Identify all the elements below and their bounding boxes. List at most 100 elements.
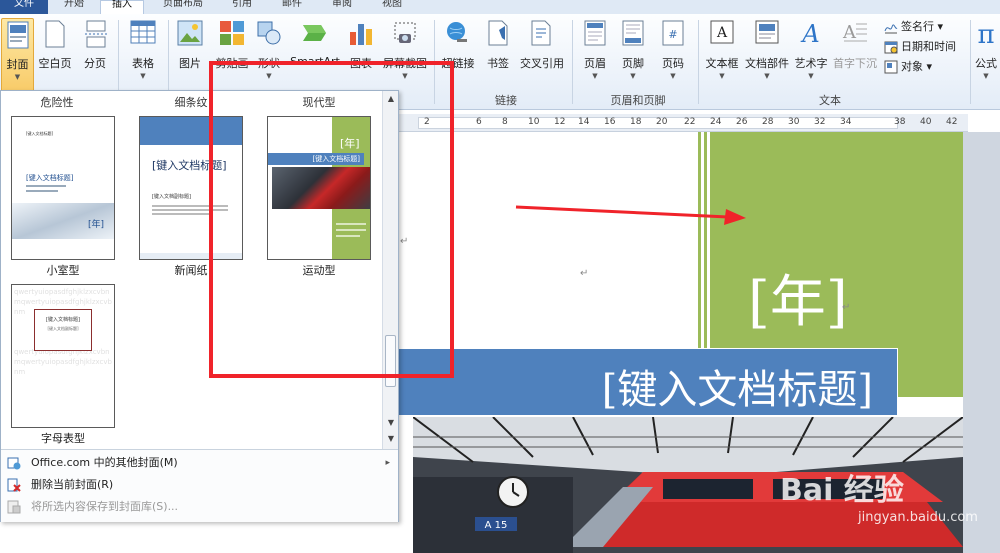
- bookmark-button[interactable]: 书签: [482, 18, 514, 82]
- shapes-icon: [257, 21, 281, 45]
- scroll-more-icon[interactable]: ▼: [385, 433, 397, 445]
- page-number-icon: #: [662, 20, 684, 46]
- save-selection-icon: [7, 500, 21, 514]
- tab-home[interactable]: 开始: [52, 0, 96, 14]
- object-icon: [884, 60, 898, 74]
- header-button[interactable]: 页眉 ▼: [578, 18, 612, 82]
- tab-mailings[interactable]: 邮件: [270, 0, 314, 14]
- equation-button[interactable]: π 公式 ▼: [972, 18, 1000, 82]
- ruler-tick-label: 8: [502, 117, 508, 127]
- text-box-button[interactable]: A 文本框 ▼: [702, 18, 742, 82]
- thumb-caption: 小室型: [46, 264, 80, 277]
- document-parts-button[interactable]: 文档部件 ▼: [744, 18, 790, 82]
- drop-cap-button[interactable]: A 首字下沉: [832, 18, 878, 82]
- group-label-text: 文本: [819, 94, 841, 107]
- thumb-background-letters: qwertyuiopasdfghjklzxcvbnmqwertyuiopasdf…: [14, 348, 112, 376]
- cross-reference-button[interactable]: 交叉引用: [516, 18, 568, 82]
- annotation-red-box: [209, 61, 454, 378]
- clip-art-icon: [220, 21, 244, 45]
- group-label-links: 链接: [495, 94, 517, 107]
- ruler-tick-label: 22: [684, 117, 696, 127]
- page-number-button[interactable]: # 页码 ▼: [656, 18, 690, 82]
- ribbon-separator: [572, 20, 573, 104]
- text-box-icon: A: [710, 20, 734, 44]
- gallery-header: 危险性: [40, 96, 74, 109]
- wordart-icon: A: [800, 20, 819, 46]
- picture-icon: [177, 20, 203, 46]
- ruler-tick-label: 30: [788, 117, 800, 127]
- thumb-subtitle: [键入文档副标题]: [47, 326, 79, 331]
- ruler-tick-label: 38: [894, 117, 906, 127]
- baidu-watermark-url: jingyan.baidu.com: [858, 510, 978, 525]
- chevron-down-icon: ▼: [719, 72, 725, 80]
- paragraph-mark: ↵: [842, 302, 851, 313]
- smartart-icon: [303, 25, 326, 41]
- group-label-header-footer: 页眉和页脚: [610, 94, 666, 107]
- tab-review[interactable]: 审阅: [320, 0, 364, 14]
- tab-file[interactable]: 文件: [0, 0, 48, 14]
- cover-page-button[interactable]: 封面 ▼: [1, 18, 34, 100]
- chevron-down-icon: ▾: [934, 20, 944, 33]
- cover-thumb-alphabet[interactable]: qwertyuiopasdfghjklzxcvbnmqwertyuiopasdf…: [11, 284, 115, 428]
- page-break-button[interactable]: 分页: [78, 18, 112, 82]
- bookmark-icon: [488, 20, 508, 46]
- chevron-down-icon: ▼: [592, 72, 598, 80]
- signature-line-button[interactable]: 签名行 ▾: [884, 20, 943, 34]
- page-break-icon: [85, 20, 107, 48]
- ruler-tick-label: 18: [630, 117, 642, 127]
- ruler-tick-label: 42: [946, 117, 958, 127]
- chevron-down-icon: ▼: [14, 73, 21, 81]
- ruler-tick-label: 10: [528, 117, 540, 127]
- baidu-watermark: Bai 经验: [780, 473, 904, 508]
- menu-more-covers[interactable]: Office.com 中的其他封面(M) ▸: [1, 452, 398, 474]
- thumb-title-box: [键入文档标题] [键入文档副标题]: [34, 309, 92, 351]
- tab-references[interactable]: 引用: [220, 0, 264, 14]
- wordart-button[interactable]: A 艺术字 ▼: [792, 18, 830, 82]
- ruler-tick-label: 20: [656, 117, 668, 127]
- tab-view[interactable]: 视图: [370, 0, 414, 14]
- document-area[interactable]: [年] ↵ ↵ ↵ [键入文档标题] A 15: [398, 132, 1000, 553]
- scroll-down-icon[interactable]: ▼: [385, 417, 397, 429]
- date-time-button[interactable]: 日期和时间: [884, 40, 956, 54]
- chevron-down-icon: ▼: [630, 72, 636, 80]
- gallery-menu: Office.com 中的其他封面(M) ▸ 删除当前封面(R) 将所选内容保存…: [1, 449, 398, 522]
- svg-text:A: A: [800, 20, 819, 46]
- thumb-subtitle: [键入文档副标题]: [152, 194, 191, 200]
- cover-title-placeholder[interactable]: [键入文档标题]: [602, 357, 873, 415]
- blank-page-button[interactable]: 空白页: [36, 18, 74, 82]
- chevron-down-icon: ▼: [140, 72, 146, 80]
- tab-insert[interactable]: 插入: [100, 0, 144, 15]
- hyperlink-icon: [447, 22, 467, 42]
- ribbon-tab-bar: 文件 开始 插入 页面布局 引用 邮件 审阅 视图: [0, 0, 1000, 15]
- svg-text:#: #: [668, 28, 677, 41]
- word-window: 文件 开始 插入 页面布局 引用 邮件 审阅 视图 封面 ▼ 空白页 分页 表格…: [0, 0, 1000, 553]
- ruler-tick-label: 34: [840, 117, 852, 127]
- office-online-icon: [7, 457, 21, 470]
- table-icon: [130, 20, 156, 44]
- cover-thumb-cubicles[interactable]: [键入文档标题] [键入文档标题] [年]: [11, 116, 115, 260]
- blank-page-icon: [45, 20, 65, 48]
- pi-icon: π: [977, 20, 995, 50]
- chevron-down-icon: ▼: [808, 72, 814, 80]
- svg-text:A: A: [716, 25, 728, 41]
- ribbon-separator: [698, 20, 699, 104]
- table-button[interactable]: 表格 ▼: [124, 18, 162, 82]
- annotation-red-arrow: [515, 205, 746, 225]
- footer-icon: [622, 20, 644, 46]
- horizontal-ruler[interactable]: 2 6 8 10 12 14 16 18 20 22 24 26 28 30 32 34 38 40 42: [398, 114, 968, 132]
- submenu-arrow-icon: ▸: [385, 458, 390, 468]
- footer-button[interactable]: 页脚 ▼: [616, 18, 650, 82]
- menu-remove-cover[interactable]: 删除当前封面(R): [1, 474, 398, 496]
- ribbon-separator: [970, 20, 971, 104]
- ruler-tick-label: 16: [604, 117, 616, 127]
- picture-button[interactable]: 图片: [172, 18, 208, 82]
- calendar-icon: [884, 41, 898, 54]
- object-button[interactable]: 对象 ▾: [884, 60, 932, 74]
- menu-save-to-gallery[interactable]: 将所选内容保存到封面库(S)...: [1, 496, 398, 518]
- tab-page-layout[interactable]: 页面布局: [150, 0, 216, 14]
- ruler-tick-label: 26: [736, 117, 748, 127]
- cover-year-placeholder[interactable]: [年]: [748, 257, 848, 338]
- ruler-tick-label: 40: [920, 117, 932, 127]
- ruler-tick-label: 32: [814, 117, 826, 127]
- chart-icon: [350, 24, 372, 45]
